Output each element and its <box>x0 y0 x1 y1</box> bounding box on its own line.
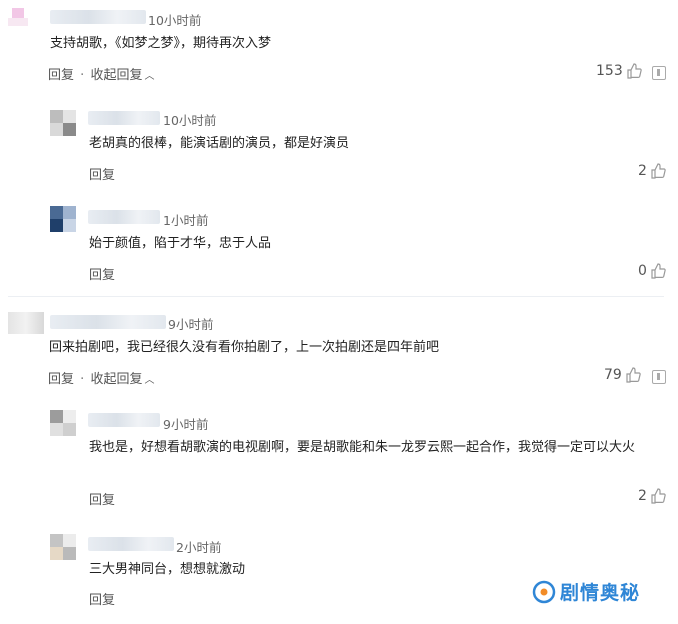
reply-text: 始于颜值，陷于才华，忠于人品 <box>89 236 272 251</box>
username-blurred[interactable] <box>88 111 160 125</box>
like-button[interactable]: 2 <box>638 488 666 504</box>
avatar[interactable] <box>50 110 76 136</box>
username-blurred[interactable] <box>88 210 160 224</box>
like-count: 0 <box>638 263 647 279</box>
username-blurred[interactable] <box>50 315 166 329</box>
comment-time: 9小时前 <box>168 317 214 332</box>
avatar[interactable] <box>50 206 76 232</box>
reply-time: 9小时前 <box>163 417 209 432</box>
like-button[interactable]: 0 <box>638 263 666 279</box>
like-count: 79 <box>604 367 622 383</box>
reply-button[interactable]: 回复 <box>89 593 115 608</box>
comment-actions: 回复 · 收起回复 ︿ <box>48 368 154 387</box>
reply-text: 三大男神同台，想想就激动 <box>89 562 246 577</box>
collapse-label: 收起回复 <box>90 68 143 83</box>
collapse-label: 收起回复 <box>90 372 143 387</box>
like-button[interactable]: 153 <box>596 63 642 79</box>
thumbs-up-icon <box>651 488 666 504</box>
username-blurred[interactable] <box>88 413 160 427</box>
reply-button[interactable]: 回复 <box>48 68 74 83</box>
reply-button[interactable]: 回复 <box>89 168 115 183</box>
reply-actions: 回复 <box>89 489 115 508</box>
avatar[interactable] <box>8 6 28 26</box>
avatar[interactable] <box>50 534 76 560</box>
reply-button[interactable]: 回复 <box>89 493 115 508</box>
like-button[interactable]: 2 <box>638 163 666 179</box>
like-count: 2 <box>638 163 647 179</box>
thumbs-up-icon <box>651 163 666 179</box>
separator: · <box>80 372 85 387</box>
username-blurred[interactable] <box>50 10 146 24</box>
report-icon[interactable] <box>652 66 666 80</box>
avatar[interactable] <box>50 410 76 436</box>
watermark: 剧情奥秘 <box>532 578 640 605</box>
thumbs-up-icon <box>651 263 666 279</box>
like-count: 2 <box>638 488 647 504</box>
chevron-up-icon: ︿ <box>144 375 155 386</box>
reply-time: 10小时前 <box>163 113 217 128</box>
report-icon[interactable] <box>652 370 666 384</box>
avatar[interactable] <box>8 312 44 334</box>
reply-time: 2小时前 <box>176 540 222 555</box>
reply-time: 1小时前 <box>163 213 209 228</box>
reply-actions: 回复 <box>89 589 115 608</box>
collapse-replies-button[interactable]: 收起回复 ︿ <box>90 372 154 387</box>
comment-actions: 回复 · 收起回复 ︿ <box>48 64 154 83</box>
reply-text: 我也是，好想看胡歌演的电视剧啊，要是胡歌能和朱一龙罗云熙一起合作，我觉得一定可以… <box>89 440 636 455</box>
username-blurred[interactable] <box>88 537 174 551</box>
comment-text: 回来拍剧吧，我已经很久没有看你拍剧了，上一次拍剧还是四年前吧 <box>49 340 440 355</box>
reply-button[interactable]: 回复 <box>89 268 115 283</box>
thumbs-up-icon <box>626 367 641 383</box>
thumbs-up-icon <box>627 63 642 79</box>
collapse-replies-button[interactable]: 收起回复 ︿ <box>90 68 154 83</box>
comment-divider <box>8 296 664 297</box>
reply-button[interactable]: 回复 <box>48 372 74 387</box>
chevron-up-icon: ︿ <box>144 71 155 82</box>
comment-text: 支持胡歌，《如梦之梦》，期待再次入梦 <box>50 36 272 51</box>
watermark-logo-icon <box>532 580 556 603</box>
reply-actions: 回复 <box>89 264 115 283</box>
like-button[interactable]: 79 <box>604 367 641 383</box>
like-count: 153 <box>596 63 623 79</box>
watermark-text: 剧情奥秘 <box>560 582 641 604</box>
reply-actions: 回复 <box>89 164 115 183</box>
reply-text: 老胡真的很棒，能演话剧的演员，都是好演员 <box>89 136 350 151</box>
comment-time: 10小时前 <box>148 13 202 28</box>
separator: · <box>80 68 85 83</box>
